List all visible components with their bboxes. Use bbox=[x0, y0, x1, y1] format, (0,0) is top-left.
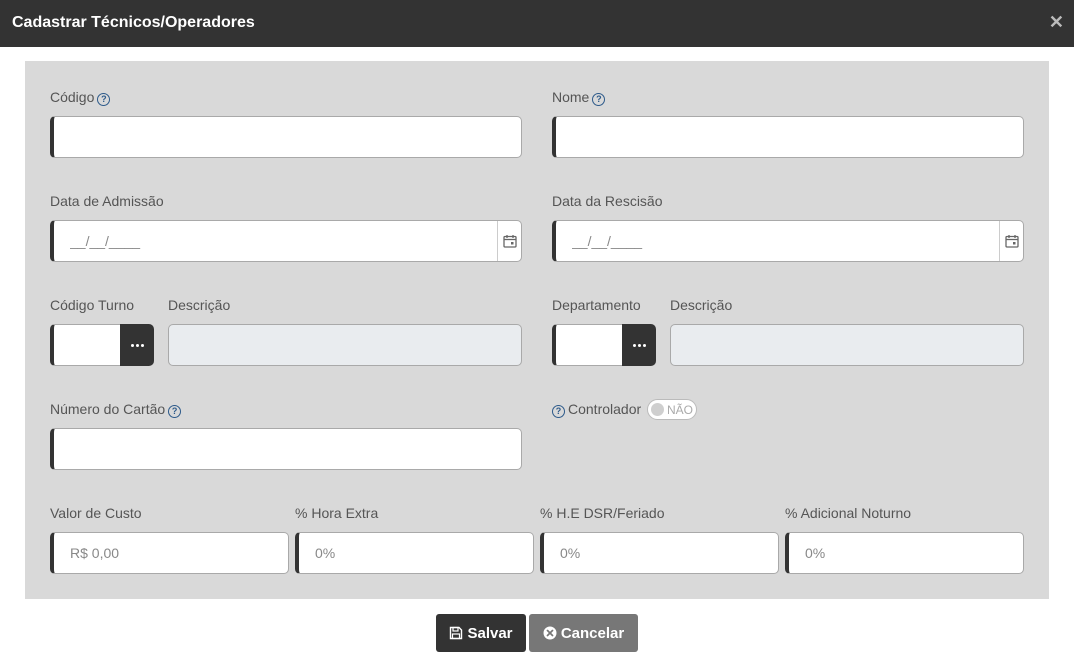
he-dsr-label: % H.E DSR/Feriado bbox=[540, 505, 665, 521]
help-icon[interactable]: ? bbox=[168, 405, 182, 418]
more-dots-icon bbox=[632, 343, 636, 347]
departamento-label: Departamento bbox=[552, 297, 641, 313]
adicional-noturno-label: % Adicional Noturno bbox=[785, 505, 912, 521]
x-circle-icon bbox=[543, 626, 557, 640]
nome-input[interactable] bbox=[552, 116, 1024, 158]
floppy-disk-icon bbox=[450, 626, 463, 640]
data-admissao-input[interactable] bbox=[50, 220, 522, 262]
controlador-label: ? Controlador bbox=[552, 401, 641, 418]
departamento-lookup-button[interactable] bbox=[622, 324, 656, 366]
help-icon[interactable]: ? bbox=[552, 405, 565, 418]
nome-label: Nome? bbox=[552, 89, 606, 106]
numero-cartao-input[interactable] bbox=[50, 428, 522, 470]
cancel-button[interactable]: Cancelar bbox=[529, 614, 638, 652]
numero-cartao-label: Número do Cartão? bbox=[50, 401, 182, 418]
controlador-label-text: Controlador bbox=[568, 401, 642, 417]
departamento-input[interactable] bbox=[552, 324, 623, 366]
turno-lookup-button[interactable] bbox=[120, 324, 154, 366]
help-icon[interactable]: ? bbox=[592, 93, 606, 106]
dialog-titlebar: Cadastrar Técnicos/Operadores ✕ bbox=[0, 0, 1074, 47]
calendar-icon[interactable] bbox=[497, 221, 521, 261]
data-admissao-label: Data de Admissão bbox=[50, 193, 164, 209]
hora-extra-input[interactable] bbox=[295, 532, 534, 574]
codigo-label: Código? bbox=[50, 89, 111, 106]
toggle-knob bbox=[651, 403, 664, 416]
controlador-toggle[interactable]: NÃO bbox=[647, 399, 697, 420]
data-rescisao-label: Data da Rescisão bbox=[552, 193, 663, 209]
valor-custo-label: Valor de Custo bbox=[50, 505, 142, 521]
codigo-turno-label: Código Turno bbox=[50, 297, 135, 313]
calendar-icon[interactable] bbox=[999, 221, 1023, 261]
hora-extra-label: % Hora Extra bbox=[295, 505, 379, 521]
descricao-departamento-input bbox=[670, 324, 1024, 366]
he-dsr-input[interactable] bbox=[540, 532, 779, 574]
help-icon[interactable]: ? bbox=[97, 93, 111, 106]
dialog-title: Cadastrar Técnicos/Operadores bbox=[12, 14, 255, 31]
codigo-label-text: Código bbox=[50, 89, 95, 105]
descricao-turno-label: Descrição bbox=[168, 297, 231, 313]
descricao-turno-input bbox=[168, 324, 522, 366]
close-icon[interactable]: ✕ bbox=[1049, 13, 1064, 31]
save-button-label: Salvar bbox=[467, 624, 513, 642]
nome-label-text: Nome bbox=[552, 89, 590, 105]
data-rescisao-input[interactable] bbox=[552, 220, 1024, 262]
codigo-turno-input[interactable] bbox=[50, 324, 121, 366]
valor-custo-input[interactable] bbox=[50, 532, 289, 574]
more-dots-icon bbox=[130, 343, 134, 347]
adicional-noturno-input[interactable] bbox=[785, 532, 1024, 574]
cancel-button-label: Cancelar bbox=[560, 624, 625, 642]
numero-cartao-label-text: Número do Cartão bbox=[50, 401, 166, 417]
toggle-text: NÃO bbox=[667, 403, 694, 417]
save-button[interactable]: Salvar bbox=[436, 614, 526, 652]
descricao-departamento-label: Descrição bbox=[670, 297, 733, 313]
codigo-input[interactable] bbox=[50, 116, 522, 158]
